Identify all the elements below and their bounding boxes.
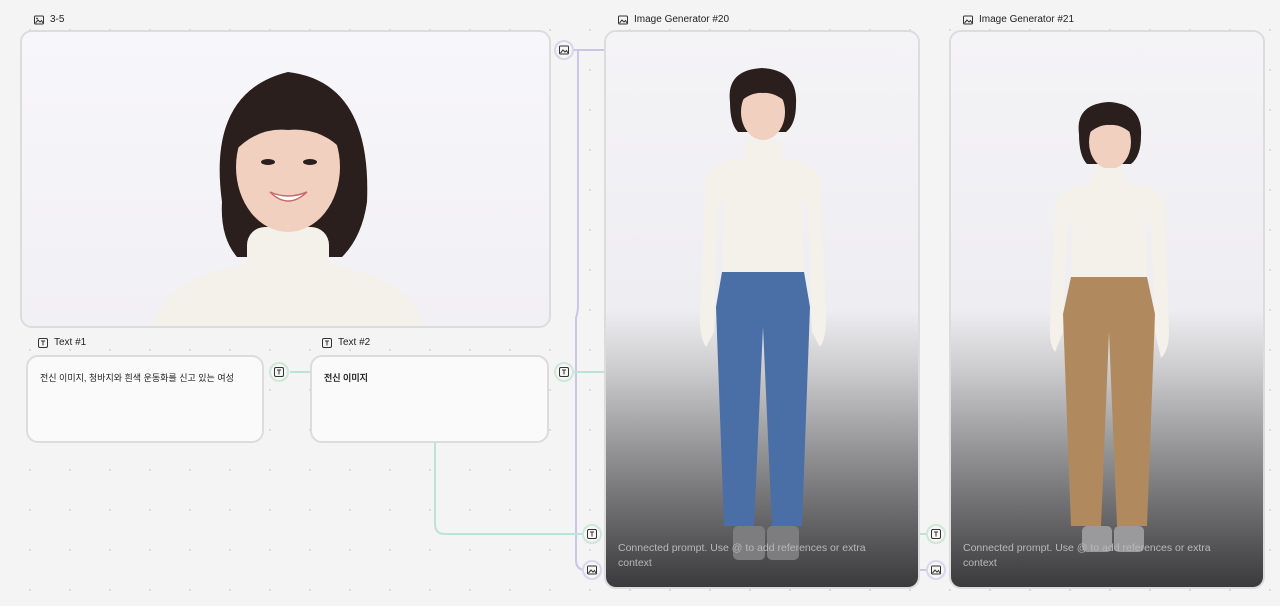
text-icon: [38, 337, 48, 348]
image-node-card[interactable]: [20, 30, 551, 328]
gen21-image-input-port[interactable]: [926, 560, 946, 580]
image-icon: [559, 45, 569, 55]
text2-node-label: Text #2: [338, 337, 371, 348]
image-icon: [931, 565, 941, 575]
image-node-title: 3-5: [34, 14, 64, 25]
text1-node-title: Text #1: [38, 337, 86, 348]
image-icon: [618, 15, 628, 24]
gen21-output-image: [1049, 102, 1169, 552]
text2-output-port[interactable]: [554, 362, 574, 382]
text-icon: [274, 367, 284, 377]
gen20-node-card[interactable]: Connected prompt. Use @ to add reference…: [604, 30, 920, 589]
gen21-node-card[interactable]: Connected prompt. Use @ to add reference…: [949, 30, 1265, 589]
image-icon: [34, 15, 44, 24]
image-node-label: 3-5: [50, 14, 65, 25]
gen21-node-label: Image Generator #21: [979, 14, 1075, 25]
image-icon: [963, 15, 973, 24]
gen20-prompt[interactable]: Connected prompt. Use @ to add reference…: [618, 541, 882, 571]
gen20-node-label: Image Generator #20: [634, 14, 730, 25]
text-icon: [322, 337, 332, 348]
gen21-node-title: Image Generator #21: [963, 14, 1074, 25]
text1-node-label: Text #1: [54, 337, 87, 348]
text1-node-card[interactable]: 전신 이미지, 청바지와 흰색 운동화를 신고 있는 여성: [26, 355, 264, 443]
image-output-port[interactable]: [554, 40, 574, 60]
text-icon: [931, 529, 941, 539]
text1-content[interactable]: 전신 이미지, 청바지와 흰색 운동화를 신고 있는 여성: [40, 371, 234, 384]
text2-node-card[interactable]: 전신 이미지: [310, 355, 549, 443]
image-icon: [587, 565, 597, 575]
text-icon: [559, 367, 569, 377]
text1-output-port[interactable]: [269, 362, 289, 382]
gen20-text-input-port[interactable]: [582, 524, 602, 544]
gen20-image-input-port[interactable]: [582, 560, 602, 580]
gen21-prompt[interactable]: Connected prompt. Use @ to add reference…: [963, 541, 1227, 571]
text-icon: [587, 529, 597, 539]
text2-node-title: Text #2: [322, 337, 370, 348]
portrait-image: [153, 72, 423, 326]
text2-content[interactable]: 전신 이미지: [324, 371, 368, 384]
gen20-output-image: [699, 68, 827, 560]
gen21-text-input-port[interactable]: [926, 524, 946, 544]
gen20-node-title: Image Generator #20: [618, 14, 729, 25]
